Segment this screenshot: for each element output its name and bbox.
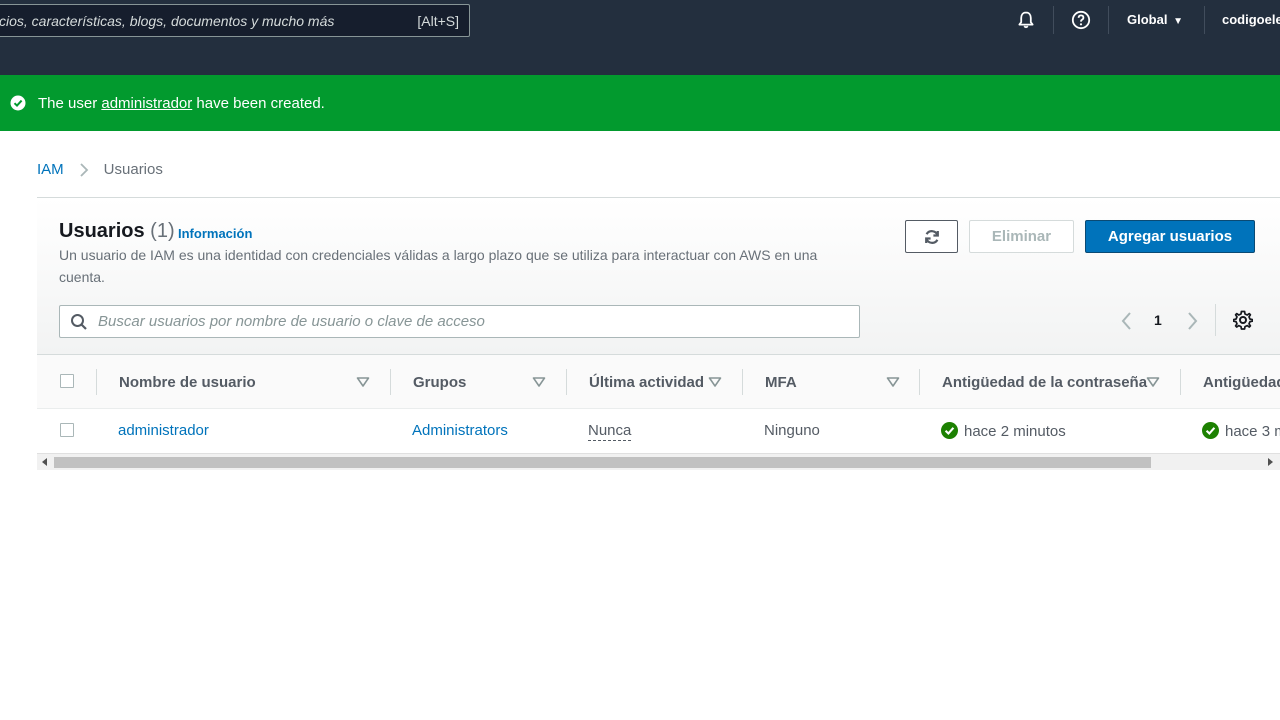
global-search-placeholder: cios, características, blogs, documentos… — [0, 13, 335, 29]
users-search-input[interactable] — [98, 306, 848, 337]
table-row[interactable]: administrador Administrators Nunca Ningu… — [37, 409, 1280, 453]
column-header-username[interactable]: Nombre de usuario — [119, 355, 256, 409]
success-flash-banner: The user administrador have been created… — [0, 75, 1280, 131]
add-users-button[interactable]: Agregar usuarios — [1085, 220, 1255, 253]
column-divider — [742, 369, 743, 395]
page-title: Usuarios (1) — [59, 220, 175, 243]
bell-icon[interactable] — [1015, 9, 1037, 31]
column-header-label: Antigüedad de la contraseña — [942, 373, 1148, 391]
page-title-text: Usuarios — [59, 220, 145, 242]
column-divider — [96, 369, 97, 395]
key-age-cell: hace 3 minutos — [1202, 422, 1280, 440]
mfa-value: Ninguno — [764, 422, 820, 439]
users-table-header: Usuarios (1) Información Un usuario de I… — [37, 198, 1280, 354]
breadcrumb-current: Usuarios — [103, 161, 163, 178]
column-divider — [1180, 369, 1181, 395]
region-caret-icon: ▼ — [1173, 16, 1183, 27]
flash-user-link[interactable]: administrador — [101, 95, 192, 112]
delete-button[interactable]: Eliminar — [969, 220, 1074, 253]
row-select-checkbox[interactable] — [60, 423, 74, 437]
nav-divider — [1053, 6, 1054, 34]
pagination-divider — [1215, 304, 1216, 336]
column-header-groups[interactable]: Grupos — [413, 355, 466, 409]
column-header-label: Grupos — [413, 373, 467, 391]
nav-divider — [1108, 6, 1109, 34]
info-link[interactable]: Información — [178, 226, 252, 241]
scroll-left-arrow-icon[interactable] — [42, 458, 47, 466]
chevron-right-icon — [80, 162, 88, 177]
key-age-value: hace 3 minutos — [1225, 423, 1280, 440]
user-count: (1) — [150, 220, 175, 242]
nav-divider — [1204, 6, 1205, 34]
column-divider — [390, 369, 391, 395]
column-header-label: Antigüedad — [1203, 373, 1280, 391]
column-header-label: Última actividad — [589, 373, 705, 391]
help-icon[interactable] — [1070, 9, 1092, 31]
gear-icon[interactable] — [1233, 310, 1253, 330]
sort-caret-icon[interactable] — [532, 376, 546, 388]
username-link[interactable]: administrador — [118, 422, 209, 439]
region-label: Global — [1127, 12, 1168, 27]
users-table-container: Usuarios (1) Información Un usuario de I… — [37, 197, 1280, 472]
column-header-password-age[interactable]: Antigüedad de la contraseña — [942, 355, 1147, 409]
horizontal-scrollbar[interactable] — [37, 453, 1280, 470]
groups-link[interactable]: Administrators — [412, 422, 508, 439]
last-activity-value[interactable]: Nunca — [588, 422, 632, 441]
search-shortcut-hint: [Alt+S] — [417, 13, 459, 29]
sort-caret-icon[interactable] — [886, 376, 900, 388]
breadcrumb: IAM Usuarios — [37, 161, 163, 178]
account-menu[interactable]: codigoele — [1222, 12, 1280, 27]
column-header-last-activity[interactable]: Última actividad — [589, 355, 704, 409]
users-filter[interactable] — [59, 305, 860, 338]
password-age-value: hace 2 minutos — [964, 423, 1066, 440]
column-header-label: MFA — [765, 373, 797, 391]
status-success-icon — [1202, 422, 1219, 439]
refresh-icon — [924, 229, 939, 244]
flash-text-after: have been created. — [192, 95, 325, 112]
flash-message: The user administrador have been created… — [38, 95, 325, 112]
sort-caret-icon[interactable] — [1146, 376, 1160, 388]
search-icon — [71, 314, 87, 330]
next-page-icon[interactable] — [1184, 310, 1200, 332]
top-navigation-bar: cios, características, blogs, documentos… — [0, 0, 1280, 75]
column-divider — [566, 369, 567, 395]
password-age-cell: hace 2 minutos — [941, 422, 1066, 440]
region-selector[interactable]: Global ▼ — [1127, 12, 1183, 27]
column-header-mfa[interactable]: MFA — [765, 355, 797, 409]
table-header-row: Nombre de usuario Grupos Última activida… — [37, 354, 1280, 409]
page-description: Un usuario de IAM es una identidad con c… — [59, 247, 818, 285]
status-success-icon — [941, 422, 958, 439]
scroll-right-arrow-icon[interactable] — [1268, 458, 1273, 466]
refresh-button[interactable] — [905, 220, 958, 253]
breadcrumb-iam-link[interactable]: IAM — [37, 161, 64, 178]
column-header-label: Nombre de usuario — [119, 373, 256, 391]
column-header-access-key-age[interactable]: Antigüedad — [1203, 355, 1280, 409]
previous-page-icon[interactable] — [1119, 310, 1135, 332]
column-divider — [919, 369, 920, 395]
success-check-icon — [10, 95, 26, 111]
sort-caret-icon[interactable] — [708, 376, 722, 388]
scrollbar-thumb[interactable] — [54, 457, 1151, 468]
current-page-number[interactable]: 1 — [1154, 312, 1162, 334]
flash-text-before: The user — [38, 95, 102, 112]
sort-caret-icon[interactable] — [356, 376, 370, 388]
select-all-checkbox[interactable] — [60, 374, 74, 388]
global-search-input[interactable]: cios, características, blogs, documentos… — [0, 4, 470, 37]
